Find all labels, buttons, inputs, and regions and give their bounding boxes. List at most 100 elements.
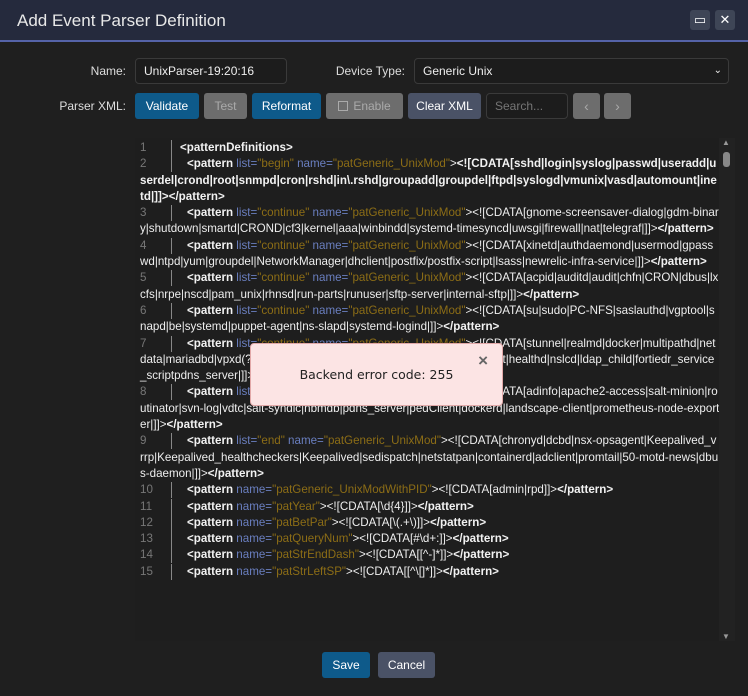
code-token: </pattern> <box>207 466 264 480</box>
device-type-value: Generic Unix <box>423 64 493 78</box>
code-line: 1 <patternDefinitions> <box>140 140 720 157</box>
code-token: "patYear" <box>272 499 320 513</box>
error-message: Backend error code: 255 <box>299 367 454 382</box>
code-line: 13 <pattern name="patQueryNum"><![CDATA[#… <box>140 531 720 548</box>
code-token: "patGeneric_UnixMod" <box>332 157 450 171</box>
line-number: 3 <box>140 205 177 222</box>
code-token: "patStrLeftSP" <box>272 564 347 578</box>
code-token: "patGeneric_UnixMod" <box>348 271 466 285</box>
code-token: </pattern> <box>523 287 580 301</box>
code-line: 2 <pattern list="begin" name="patGeneric_… <box>140 156 720 205</box>
line-number: 14 <box>140 547 177 564</box>
enable-label: Enable <box>353 99 391 113</box>
device-type-select[interactable]: Generic Unix ⌄ <box>414 58 729 84</box>
code-token: ><![CDATA[\d{4}]]> <box>319 499 418 513</box>
code-token: ><![CDATA[\(.+\)]]> <box>331 515 431 529</box>
code-token: </pattern> <box>657 222 714 236</box>
code-token: list= <box>236 206 258 220</box>
test-button[interactable]: Test <box>204 93 247 119</box>
code-token: ><![CDATA[[^-]*]]> <box>358 548 454 562</box>
code-token: ><![CDATA[admin|rpd]]> <box>431 483 558 497</box>
code-token: name= <box>288 434 324 448</box>
code-token: "patGeneric_UnixMod" <box>348 303 466 317</box>
line-number: 6 <box>140 302 177 320</box>
code-token: <pattern <box>187 206 237 220</box>
code-line: 15 <pattern name="patStrLeftSP"><![CDATA[… <box>140 563 720 581</box>
code-token: </pattern> <box>166 418 223 432</box>
code-line: 6 <pattern list="continue" name="patGener… <box>140 302 720 336</box>
code-token: "continue" <box>257 303 313 317</box>
code-token: <pattern <box>187 499 237 513</box>
close-icon[interactable]: ✕ <box>715 10 735 30</box>
line-number: 7 <box>140 335 177 352</box>
search-prev-button[interactable]: ‹ <box>573 93 600 119</box>
clear-xml-button[interactable]: Clear XML <box>408 93 481 119</box>
scrollbar-thumb[interactable] <box>723 152 730 167</box>
code-token: "patGeneric_UnixMod" <box>348 238 466 252</box>
code-token: list= <box>236 303 258 317</box>
code-token: > <box>450 157 457 171</box>
code-token: list= <box>236 238 258 252</box>
code-token: </pattern> <box>430 515 487 529</box>
code-token: name= <box>236 483 273 497</box>
code-token: </pattern> <box>452 532 509 546</box>
maximize-icon[interactable]: ▭ <box>690 10 710 30</box>
code-token: ><![CDATA[[^\[]*]]> <box>346 564 443 578</box>
line-number: 11 <box>140 498 177 515</box>
search-next-button[interactable]: › <box>604 93 631 119</box>
code-token: name= <box>312 238 349 252</box>
code-line: 12 <pattern name="patBetPar"><![CDATA[\(.… <box>140 514 720 532</box>
line-number: 12 <box>140 514 177 532</box>
code-token: <pattern <box>187 564 237 578</box>
dialog-title: Add Event Parser Definition <box>17 11 226 30</box>
checkbox-icon <box>338 101 349 111</box>
code-token: </pattern> <box>557 483 614 497</box>
code-token: "continue" <box>257 238 313 252</box>
code-token: </pattern> <box>650 255 707 269</box>
code-token: list= <box>236 157 258 171</box>
code-token: "patBetPar" <box>272 515 332 529</box>
code-token: </pattern> <box>168 189 225 203</box>
code-token: ><![CDATA[#\d+:]]> <box>352 532 453 546</box>
code-token: <pattern <box>187 483 237 497</box>
code-token: name= <box>236 564 273 578</box>
save-button[interactable]: Save <box>322 652 370 678</box>
line-number: 4 <box>140 237 177 255</box>
code-token: <pattern <box>187 238 237 252</box>
code-line: 14 <pattern name="patStrEndDash"><![CDATA… <box>140 547 720 564</box>
code-token: <pattern <box>187 515 237 529</box>
code-token: "patStrEndDash" <box>272 548 359 562</box>
enable-toggle[interactable]: Enable <box>326 93 403 119</box>
code-token: list= <box>236 434 258 448</box>
code-token: "patGeneric_UnixMod" <box>348 206 466 220</box>
code-token: "patQueryNum" <box>272 532 353 546</box>
code-token: <pattern <box>187 385 237 399</box>
search-input[interactable] <box>486 93 568 119</box>
line-number: 15 <box>140 563 177 581</box>
code-line: 10 <pattern name="patGeneric_UnixModWithP… <box>140 482 720 499</box>
code-line: 5 <pattern list="continue" name="patGener… <box>140 270 720 303</box>
name-label: Name: <box>90 64 126 78</box>
validate-button[interactable]: Validate <box>135 93 199 119</box>
line-number: 8 <box>140 384 177 401</box>
code-token: <pattern <box>187 336 237 350</box>
code-token: "patGeneric_UnixMod" <box>323 434 441 448</box>
cancel-button[interactable]: Cancel <box>378 652 435 678</box>
line-number: 2 <box>140 156 177 173</box>
device-type-label: Device Type: <box>335 64 405 78</box>
line-number: 10 <box>140 482 177 499</box>
code-token: "begin" <box>257 157 298 171</box>
code-token: "continue" <box>257 271 313 285</box>
name-input[interactable]: UnixParser-19:20:16 <box>135 58 287 84</box>
code-token: name= <box>312 271 349 285</box>
editor-scrollbar[interactable]: ▲ ▼ <box>719 138 735 641</box>
code-line: 4 <pattern list="continue" name="patGener… <box>140 237 720 271</box>
parser-xml-label: Parser XML: <box>59 99 126 113</box>
reformat-button[interactable]: Reformat <box>252 93 321 119</box>
error-popup: Backend error code: 255 × <box>250 343 503 406</box>
code-line: 11 <pattern name="patYear"><![CDATA[\d{4}… <box>140 498 720 515</box>
dialog-titlebar: Add Event Parser Definition ▭ ✕ <box>0 0 748 42</box>
code-token: <pattern <box>187 157 237 171</box>
close-icon[interactable]: × <box>478 351 488 371</box>
code-token: name= <box>236 515 273 529</box>
